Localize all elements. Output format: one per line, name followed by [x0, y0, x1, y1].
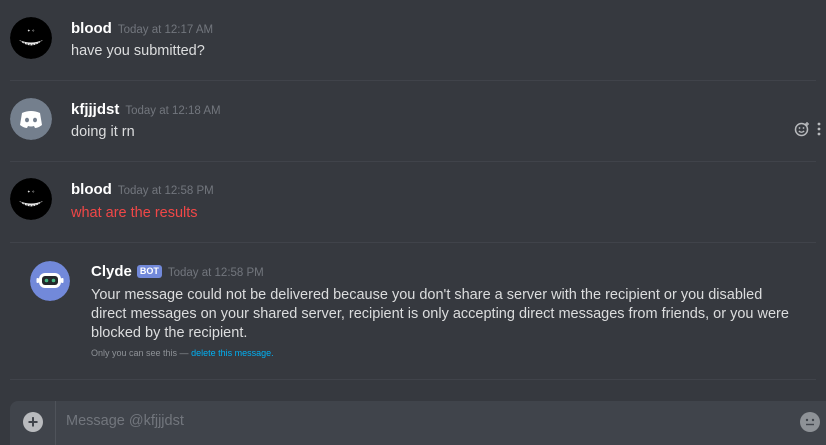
- add-reaction-icon[interactable]: [794, 121, 810, 142]
- clyde-timestamp: Today at 12:58 PM: [167, 267, 264, 279]
- message-composer: +: [10, 401, 826, 445]
- message-content: doing it rn: [71, 124, 135, 140]
- clyde-username[interactable]: Clyde: [91, 263, 132, 280]
- emoji-icon[interactable]: [800, 412, 820, 432]
- message-actions: [794, 121, 822, 142]
- message-username[interactable]: kfjjjdst: [71, 101, 119, 118]
- message-timestamp: Today at 12:18 AM: [125, 105, 221, 117]
- ephemeral-note: Only you can see this — delete this mess…: [91, 348, 274, 358]
- svg-text:✦ ✧: ✦ ✧: [27, 28, 35, 33]
- message-timestamp: Today at 12:58 PM: [117, 185, 214, 197]
- message-username[interactable]: blood: [71, 181, 112, 198]
- ephemeral-note-text: Only you can see this —: [91, 348, 189, 358]
- message-timestamp: Today at 12:17 AM: [117, 24, 214, 36]
- svg-text:✦ ✧: ✦ ✧: [27, 189, 35, 194]
- avatar-blood[interactable]: ✦ ✧: [10, 17, 52, 59]
- message-divider: [10, 80, 816, 81]
- composer-separator: [55, 401, 56, 445]
- more-options-icon[interactable]: [816, 121, 822, 142]
- message-divider: [10, 379, 816, 380]
- message-username[interactable]: blood: [71, 20, 112, 37]
- message-divider: [10, 242, 816, 243]
- clyde-message-content: Your message could not be delivered beca…: [91, 287, 789, 341]
- upload-plus-icon[interactable]: +: [23, 412, 43, 432]
- avatar-kfjjjdst[interactable]: [10, 98, 52, 140]
- delete-message-link[interactable]: delete this message.: [191, 348, 274, 358]
- message-content: have you submitted?: [71, 43, 205, 59]
- message-divider: [10, 161, 816, 162]
- bot-tag: BOT: [136, 265, 162, 278]
- avatar-blood[interactable]: ✦ ✧: [10, 178, 52, 220]
- message-content: what are the results: [71, 205, 198, 221]
- message-input[interactable]: [66, 413, 766, 429]
- avatar-clyde[interactable]: [30, 261, 70, 301]
